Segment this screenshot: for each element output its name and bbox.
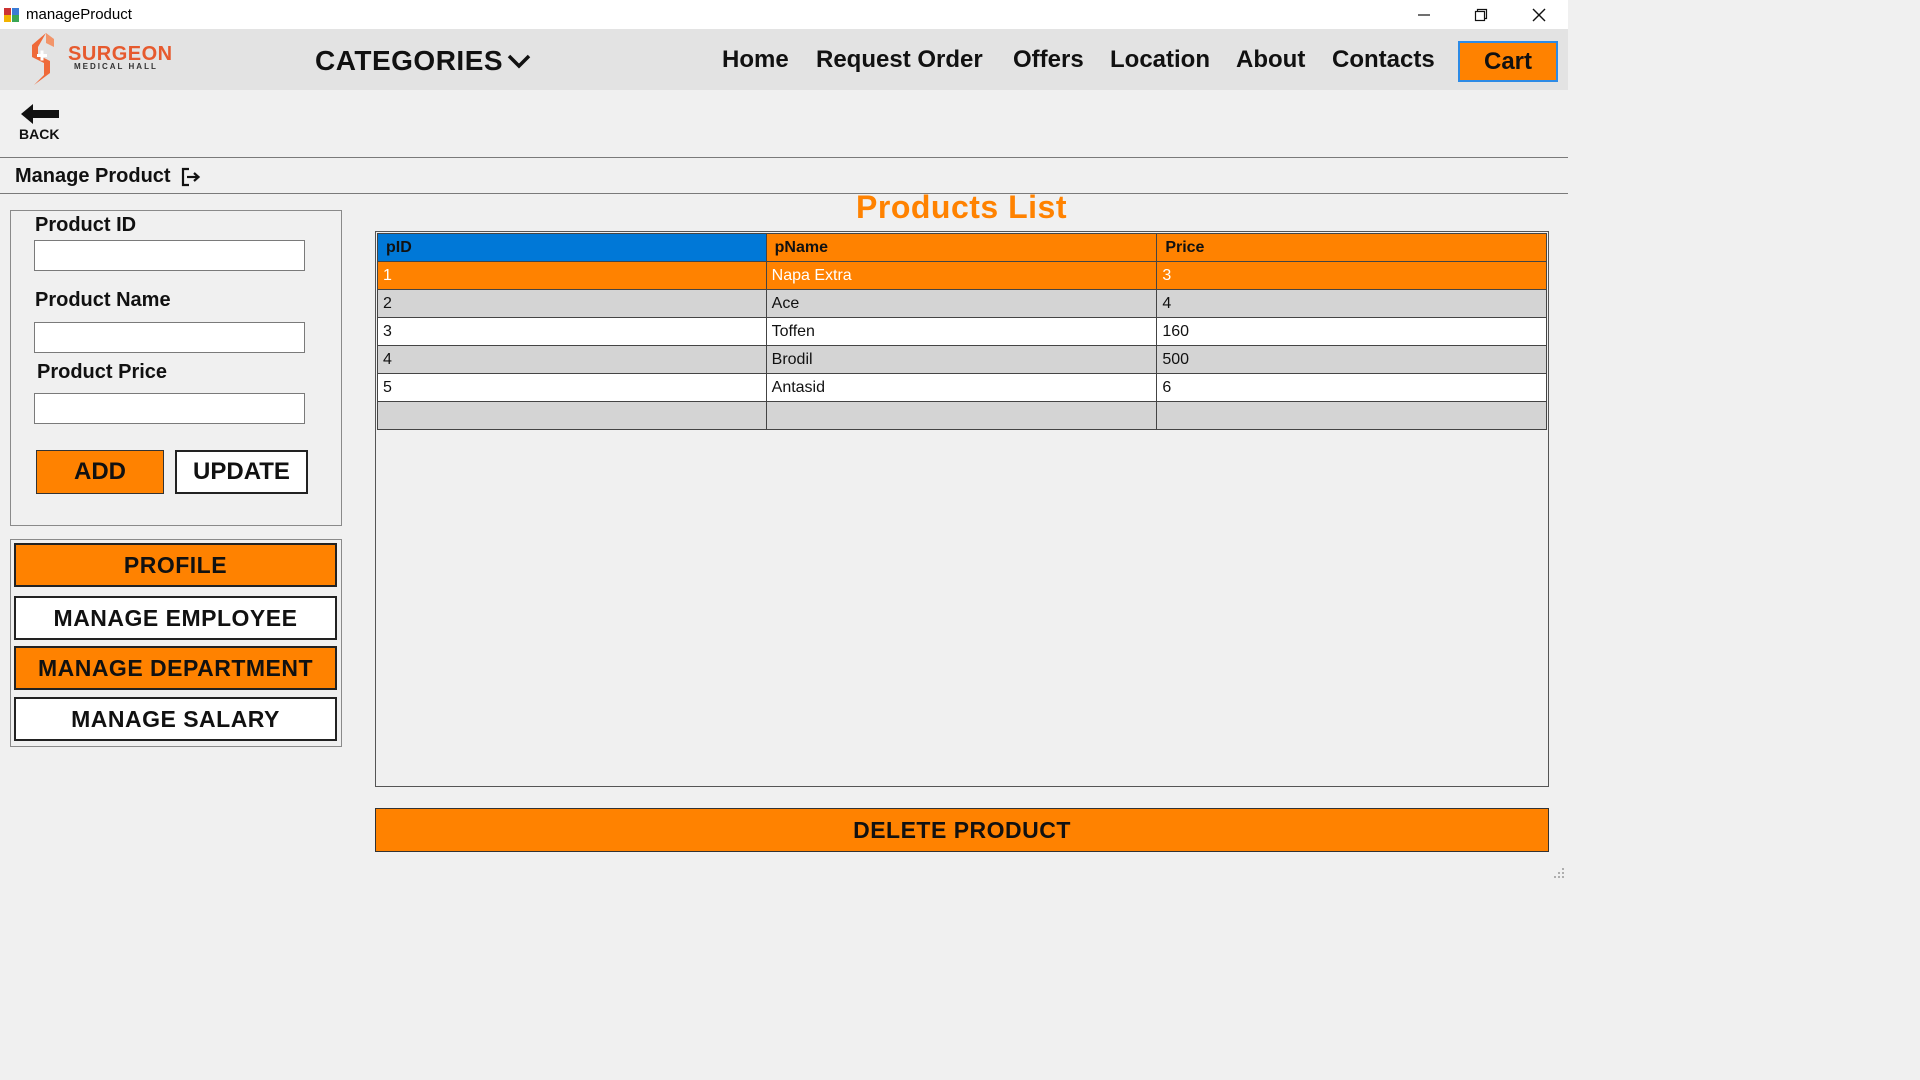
product-id-field[interactable] [34, 240, 305, 271]
nav-request-order[interactable]: Request Order [816, 46, 983, 74]
product-id-label: Product ID [35, 214, 137, 236]
back-label: BACK [19, 126, 60, 142]
manage-employee-button[interactable]: MANAGE EMPLOYEE [14, 596, 337, 640]
add-button[interactable]: ADD [36, 450, 164, 494]
product-name-field[interactable] [34, 322, 305, 353]
cell-pid[interactable]: 1 [377, 261, 767, 290]
top-navbar: SURGEON MEDICAL HALL CATEGORIES Home Req… [0, 29, 1568, 90]
product-price-field[interactable] [34, 393, 305, 424]
cell-pname[interactable]: Napa Extra [765, 261, 1158, 290]
cell-pname[interactable]: Antasid [765, 373, 1158, 402]
table-row[interactable]: 4 Brodil 500 [377, 345, 1547, 374]
logo-subtitle: MEDICAL HALL [74, 62, 158, 71]
product-price-label: Product Price [37, 361, 168, 383]
products-grid[interactable]: pID pName Price 1 Napa Extra 3 2 Ace 4 3… [375, 231, 1549, 787]
table-row-new[interactable] [377, 401, 1547, 430]
delete-product-button[interactable]: DELETE PRODUCT [375, 808, 1549, 852]
nav-home[interactable]: Home [722, 46, 789, 74]
divider [0, 157, 1568, 158]
table-row[interactable]: 3 Toffen 160 [377, 317, 1547, 346]
cell-price[interactable]: 4 [1156, 289, 1547, 318]
cell-pid[interactable]: 3 [377, 317, 767, 346]
cell-pid[interactable]: 4 [377, 345, 767, 374]
cell-price[interactable]: 6 [1156, 373, 1547, 402]
restore-icon[interactable] [1452, 0, 1510, 29]
back-arrow-icon [21, 104, 59, 124]
minimize-icon[interactable] [1395, 0, 1453, 29]
table-row[interactable]: 1 Napa Extra 3 [377, 261, 1547, 290]
close-icon[interactable] [1510, 0, 1568, 29]
cell-pname[interactable] [765, 401, 1158, 430]
categories-label: CATEGORIES [315, 45, 504, 76]
cell-pname[interactable]: Toffen [765, 317, 1158, 346]
page-title-text: Manage Product [15, 165, 171, 187]
chevron-down-icon [507, 54, 531, 69]
column-header-pname[interactable]: pName [765, 233, 1158, 262]
manage-department-button[interactable]: MANAGE DEPARTMENT [14, 646, 337, 690]
cell-price[interactable] [1156, 401, 1547, 430]
product-name-label: Product Name [35, 289, 171, 311]
update-button[interactable]: UPDATE [175, 450, 308, 494]
products-table: pID pName Price 1 Napa Extra 3 2 Ace 4 3… [377, 233, 1547, 430]
cell-price[interactable]: 160 [1156, 317, 1547, 346]
cell-pname[interactable]: Ace [765, 289, 1158, 318]
table-row[interactable]: 5 Antasid 6 [377, 373, 1547, 402]
resize-grip-icon[interactable] [1553, 867, 1565, 879]
cart-button[interactable]: Cart [1458, 41, 1558, 82]
profile-button[interactable]: PROFILE [14, 543, 337, 587]
cell-pname[interactable]: Brodil [765, 345, 1158, 374]
app-icon [4, 7, 20, 23]
logout-icon[interactable] [180, 166, 202, 188]
products-list-title: Products List [856, 189, 1067, 225]
cell-price[interactable]: 500 [1156, 345, 1547, 374]
cell-pid[interactable]: 2 [377, 289, 767, 318]
table-row[interactable]: 2 Ace 4 [377, 289, 1547, 318]
window-title-bar: manageProduct [0, 0, 1568, 29]
column-header-pid[interactable]: pID [377, 233, 767, 262]
nav-location[interactable]: Location [1110, 46, 1210, 74]
window-title: manageProduct [26, 6, 132, 23]
cell-pid[interactable]: 5 [377, 373, 767, 402]
cell-price[interactable]: 3 [1156, 261, 1547, 290]
manage-salary-button[interactable]: MANAGE SALARY [14, 697, 337, 741]
logo-icon [32, 33, 54, 85]
nav-contacts[interactable]: Contacts [1332, 46, 1435, 74]
column-header-price[interactable]: Price [1156, 233, 1547, 262]
nav-about[interactable]: About [1236, 46, 1305, 74]
page-title: Manage Product [15, 165, 202, 188]
categories-dropdown[interactable]: CATEGORIES [315, 45, 532, 77]
table-header-row: pID pName Price [377, 233, 1547, 262]
cell-pid[interactable] [377, 401, 767, 430]
brand-logo[interactable]: SURGEON MEDICAL HALL [24, 31, 174, 87]
nav-offers[interactable]: Offers [1013, 46, 1084, 74]
